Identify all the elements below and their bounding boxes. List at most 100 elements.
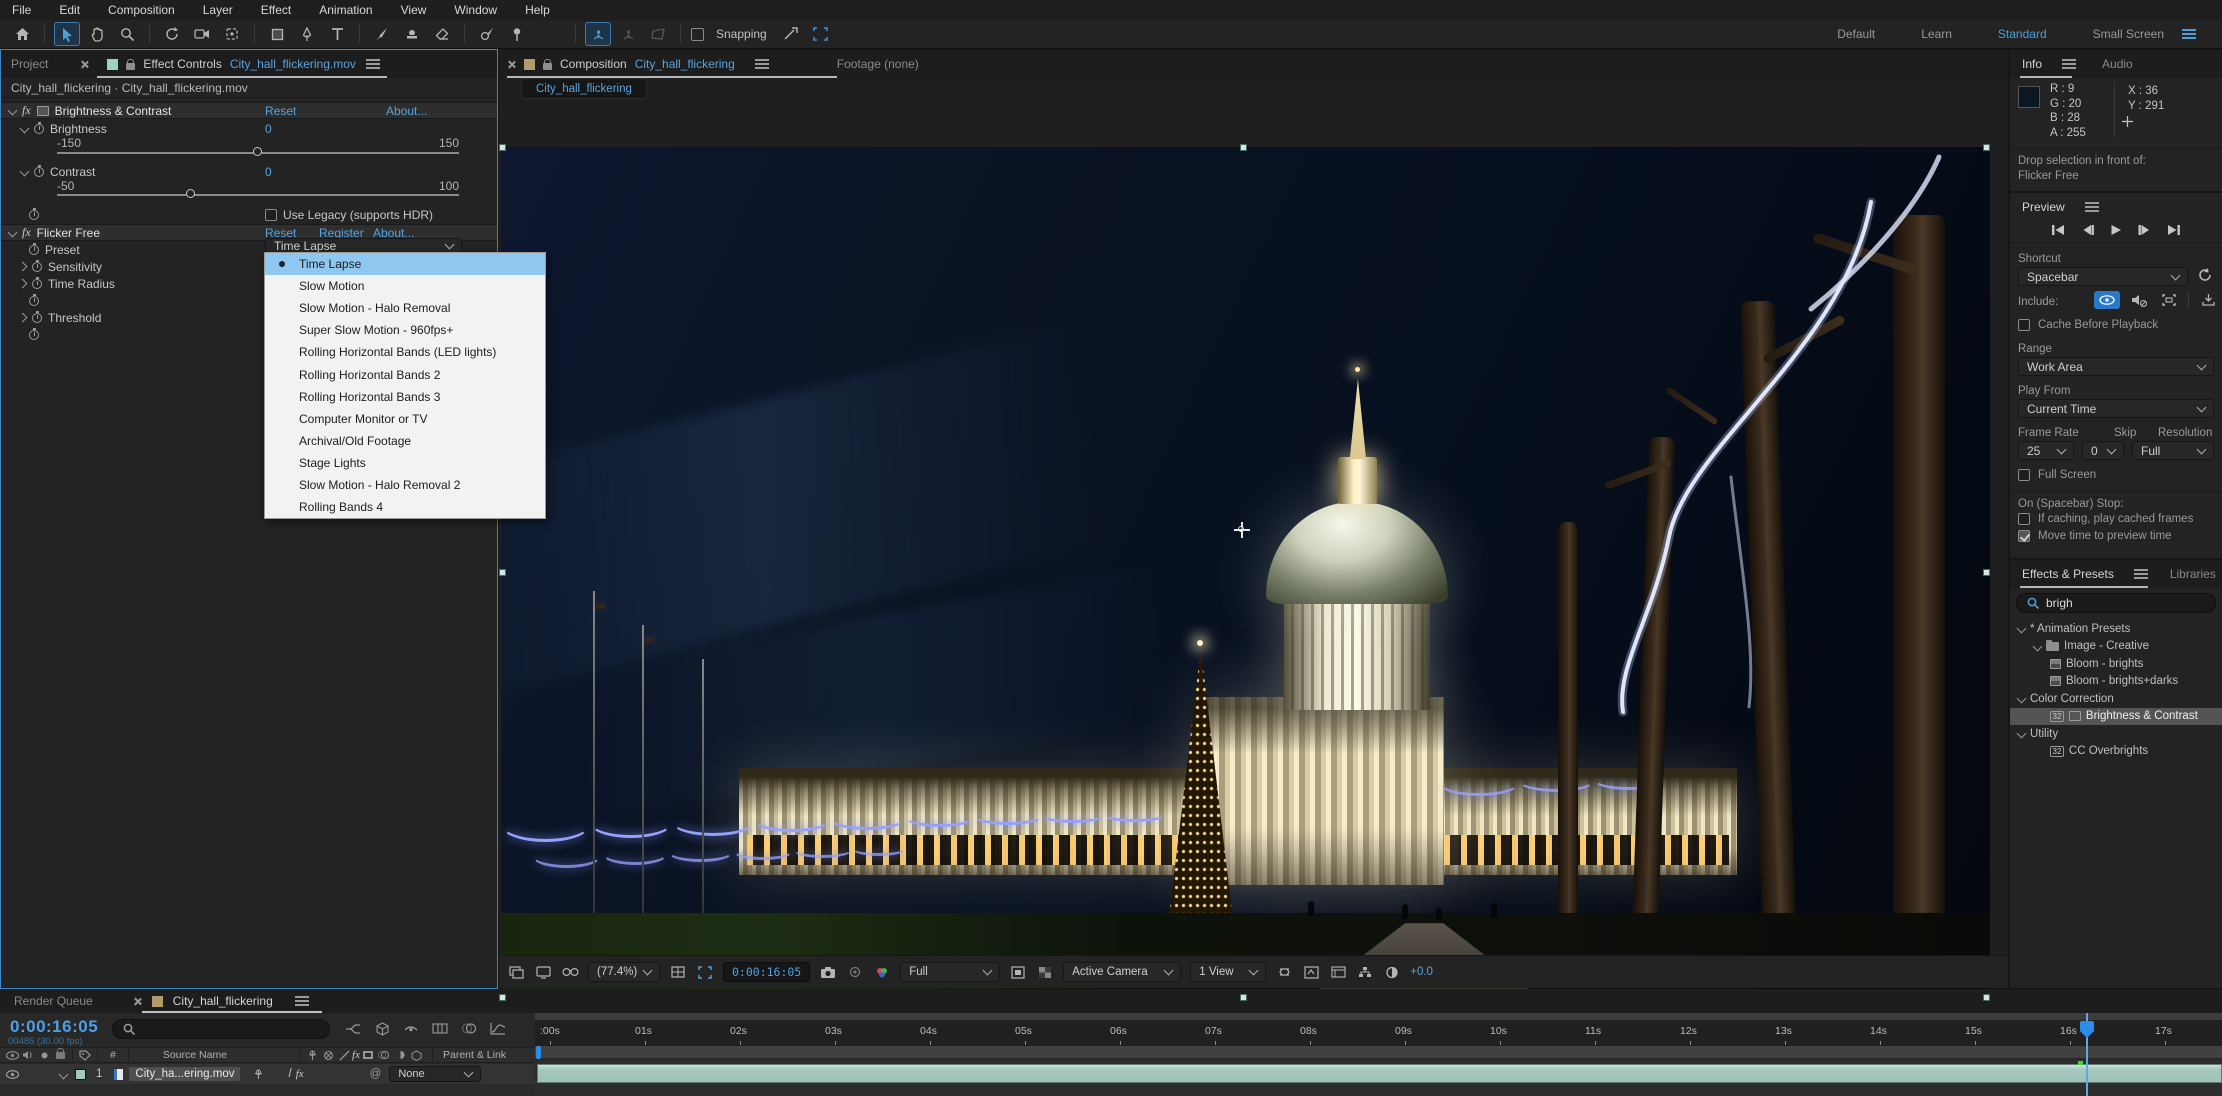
time-ruler[interactable]: :00s01s02s03s04s05s06s07s08s09s10s11s12s… <box>535 1021 2222 1046</box>
stopwatch-icon[interactable] <box>34 124 44 134</box>
stopwatch-icon[interactable] <box>29 245 39 255</box>
close-icon[interactable] <box>80 60 89 69</box>
range-select[interactable]: Work Area <box>2018 357 2214 376</box>
tab-effect-controls-doc[interactable]: City_hall_flickering.mov <box>230 57 356 71</box>
menu-item-effect[interactable]: Effect <box>261 3 291 17</box>
dropdown-item-super-slow-motion-960fps[interactable]: Super Slow Motion - 960fps+ <box>265 319 545 341</box>
parent-select[interactable]: None <box>389 1066 481 1082</box>
twirl-open-icon[interactable] <box>8 228 18 238</box>
stopwatch-icon[interactable] <box>34 167 44 177</box>
close-icon[interactable] <box>507 60 516 69</box>
channel-colors-icon[interactable] <box>873 964 891 980</box>
timeline-search-box[interactable] <box>112 1019 330 1039</box>
layer-quality-icon[interactable] <box>250 1067 266 1082</box>
current-timecode[interactable]: 0:00:16:05 <box>10 1017 98 1037</box>
shape-tool-icon[interactable] <box>265 23 289 45</box>
adjustment-layer-switch-icon[interactable] <box>392 1048 408 1063</box>
selection-handle[interactable] <box>1240 994 1247 1001</box>
transparency-grid-icon[interactable] <box>1036 964 1054 980</box>
twirl-closed-icon[interactable] <box>18 279 28 289</box>
pen-tool-icon[interactable] <box>295 23 319 45</box>
timeline-scrollbar[interactable] <box>535 1013 2222 1021</box>
include-overlays-icon[interactable] <box>2158 291 2180 309</box>
contrast-slider[interactable] <box>57 189 459 199</box>
previous-frame-button[interactable] <box>2081 224 2094 236</box>
solo-column-icon[interactable] <box>36 1048 52 1063</box>
twirl-open-icon[interactable] <box>20 124 30 134</box>
tree-item-utility[interactable]: Utility <box>2010 725 2222 743</box>
selection-handle[interactable] <box>1983 994 1990 1001</box>
tab-composition[interactable]: Composition <box>560 57 627 71</box>
tab-effects-presets[interactable]: Effects & Presets <box>2022 567 2114 581</box>
layer-fx-icon[interactable]: fx <box>296 1068 304 1080</box>
tree-item-bloom-brights-darks[interactable]: Bloom - brights+darks <box>2010 673 2222 691</box>
view-axis-mode-icon[interactable] <box>646 23 670 45</box>
pan-behind-tool-icon[interactable] <box>220 23 244 45</box>
twirl-open-icon[interactable] <box>20 167 30 177</box>
source-name-column-header[interactable]: Source Name <box>163 1049 227 1061</box>
brush-tool-icon[interactable] <box>370 23 394 45</box>
share-view-icon[interactable] <box>1275 964 1293 980</box>
cache-before-playback-checkbox[interactable] <box>2018 319 2030 331</box>
video-column-eye-icon[interactable] <box>4 1048 20 1063</box>
snapshot-camera-icon[interactable] <box>819 964 837 980</box>
frame-blending-icon[interactable] <box>432 1021 448 1036</box>
panel-menu-icon[interactable] <box>755 59 769 69</box>
close-icon[interactable] <box>133 997 142 1006</box>
tab-audio[interactable]: Audio <box>2102 57 2133 71</box>
index-column-header[interactable]: # <box>110 1049 116 1061</box>
always-preview-icon[interactable] <box>507 964 525 980</box>
resolution-select[interactable]: Full <box>2132 441 2214 460</box>
tab-footage[interactable]: Footage (none) <box>837 57 919 71</box>
quality-switch-icon[interactable] <box>304 1048 320 1063</box>
shy-layers-icon[interactable] <box>403 1021 419 1036</box>
last-frame-button[interactable] <box>2167 224 2181 236</box>
exposure-value[interactable]: +0.0 <box>1410 966 1433 978</box>
panel-menu-icon[interactable] <box>2062 59 2076 69</box>
region-of-interest-icon[interactable] <box>696 964 714 980</box>
shortcut-select[interactable]: Spacebar <box>2018 267 2188 286</box>
pickwhip-icon[interactable]: @ <box>370 1068 382 1080</box>
first-frame-button[interactable] <box>2051 224 2065 236</box>
label-column-icon[interactable] <box>77 1048 93 1063</box>
mask-switch-icon[interactable] <box>336 1048 352 1063</box>
effects-search-box[interactable] <box>2016 593 2216 613</box>
next-frame-button[interactable] <box>2138 224 2151 236</box>
tab-info[interactable]: Info <box>2022 57 2042 71</box>
type-tool-icon[interactable] <box>325 23 349 45</box>
menu-item-window[interactable]: Window <box>454 3 497 17</box>
draft-3d-icon[interactable] <box>374 1021 390 1036</box>
menu-item-layer[interactable]: Layer <box>203 3 233 17</box>
workspace-default[interactable]: Default <box>1837 27 1875 41</box>
frame-blend-switch-icon[interactable] <box>360 1048 376 1063</box>
snap-to-feature-icon[interactable] <box>809 23 833 45</box>
parent-link-column-header[interactable]: Parent & Link <box>443 1049 506 1061</box>
clone-stamp-tool-icon[interactable] <box>400 23 424 45</box>
move-time-checkbox[interactable] <box>2018 530 2030 542</box>
view-count-select[interactable]: 1 View <box>1190 962 1266 982</box>
anchor-point-crosshair[interactable] <box>1234 522 1250 538</box>
effect-switch-icon[interactable] <box>320 1048 336 1063</box>
stopwatch-icon[interactable] <box>32 279 42 289</box>
comp-viewer-subtab[interactable]: City_hall_flickering <box>521 78 647 99</box>
reset-link[interactable]: Reset <box>265 104 296 118</box>
pixel-aspect-correction-icon[interactable] <box>1302 964 1320 980</box>
frame-rate-select[interactable]: 25 <box>2018 441 2074 460</box>
magnification-select[interactable]: (77.4%) <box>588 962 660 982</box>
layer-eye-icon[interactable] <box>4 1067 20 1082</box>
cache-export-icon[interactable] <box>2197 291 2219 309</box>
dropdown-item-slow-motion-halo-removal[interactable]: Slow Motion - Halo Removal <box>265 297 545 319</box>
menu-item-composition[interactable]: Composition <box>108 3 175 17</box>
snap-along-edges-icon[interactable] <box>779 23 803 45</box>
search-input[interactable] <box>2046 596 2156 610</box>
reset-shortcut-icon[interactable] <box>2196 267 2212 286</box>
work-area-start-handle[interactable] <box>536 1046 541 1059</box>
if-caching-checkbox[interactable] <box>2018 513 2030 525</box>
tab-libraries[interactable]: Libraries <box>2170 567 2216 581</box>
lock-icon[interactable] <box>543 63 552 70</box>
dropdown-item-rolling-horizontal-bands-2[interactable]: Rolling Horizontal Bands 2 <box>265 363 545 385</box>
include-audio-muted-icon[interactable] <box>2128 291 2150 309</box>
layer-row[interactable]: 1 City_ha...ering.mov / fx @ None <box>0 1064 535 1084</box>
3d-layer-switch-icon[interactable] <box>408 1048 424 1063</box>
twirl-open-icon[interactable] <box>2017 694 2027 704</box>
